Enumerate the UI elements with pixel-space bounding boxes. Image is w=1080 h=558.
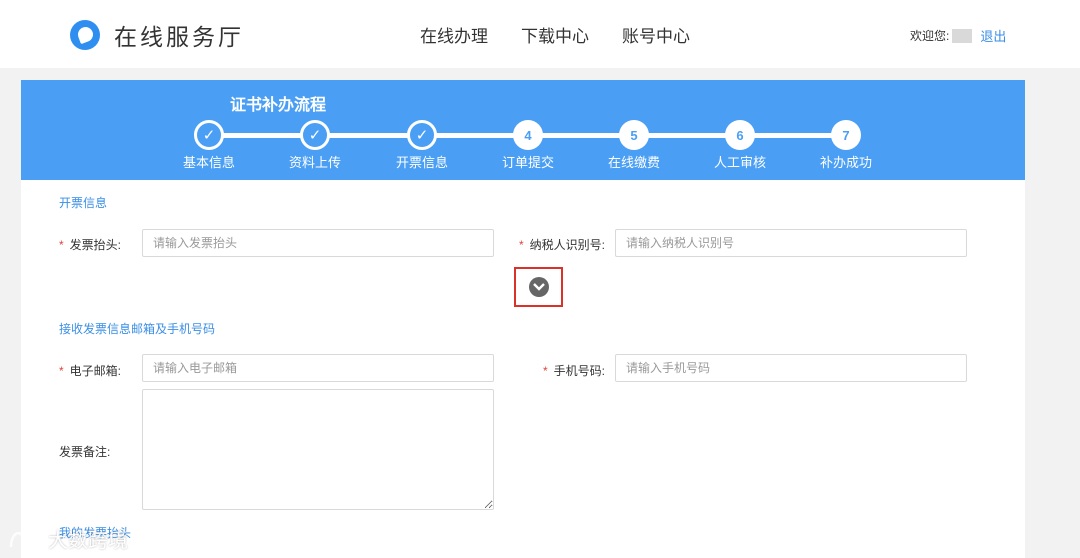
main-card: 证书补办流程 ✓ 基本信息 ✓ 资料上传 ✓ 开票信息 4 订单提交 5 在线缴费 6 人工审核 7 补办… [21, 80, 1025, 558]
logout-link[interactable]: 退出 [980, 26, 1006, 45]
nav-item-online-handling[interactable]: 在线办理 [420, 22, 488, 47]
check-icon: ✓ [194, 120, 224, 150]
watermark: 大数跨境 [8, 524, 128, 553]
step-label: 订单提交 [501, 155, 554, 170]
step-number: 6 [725, 120, 755, 150]
step-label: 在线缴费 [607, 155, 660, 170]
invoice-note-label: 发票备注: [59, 445, 111, 459]
process-step-2: ✓ 资料上传 [275, 120, 355, 171]
top-header: 在线服务厅 在线办理 下载中心 账号中心 欢迎您: 退出 [0, 0, 1080, 68]
process-step-3: ✓ 开票信息 [382, 120, 462, 171]
required-mark: * [519, 238, 524, 252]
invoice-title-input[interactable] [142, 229, 494, 257]
required-mark: * [543, 364, 548, 378]
step-number: 4 [513, 120, 543, 150]
taxpayer-id-label: * 纳税人识别号: [519, 238, 606, 252]
step-label: 资料上传 [288, 155, 341, 170]
expand-more-button[interactable] [514, 267, 563, 307]
page-background-strip [1025, 68, 1080, 558]
section-title-receive: 接收发票信息邮箱及手机号码 [59, 322, 216, 336]
invoice-title-label: * 发票抬头: [59, 238, 122, 252]
required-mark: * [59, 238, 64, 252]
step-label: 基本信息 [182, 155, 235, 170]
email-label: * 电子邮箱: [59, 364, 122, 378]
watermark-text: 大数跨境 [48, 530, 128, 552]
logo[interactable]: 在线服务厅 [70, 18, 244, 52]
taxpayer-id-input[interactable] [615, 229, 967, 257]
process-step-1: ✓ 基本信息 [169, 120, 249, 171]
nav-item-download-center[interactable]: 下载中心 [521, 22, 589, 47]
email-input[interactable] [142, 354, 494, 382]
process-step-5: 5 在线缴费 [594, 120, 674, 171]
process-banner: 证书补办流程 ✓ 基本信息 ✓ 资料上传 ✓ 开票信息 4 订单提交 5 在线缴费 6 人工审核 7 补办… [21, 80, 1025, 180]
phone-input[interactable] [615, 354, 967, 382]
nav-item-account-center[interactable]: 账号中心 [622, 22, 690, 47]
process-step-4: 4 订单提交 [488, 120, 568, 171]
check-icon: ✓ [407, 120, 437, 150]
username-redacted [952, 28, 973, 43]
logo-text: 在线服务厅 [114, 25, 244, 51]
user-bar: 欢迎您: 退出 [910, 26, 1006, 45]
step-number: 5 [619, 120, 649, 150]
process-title: 证书补办流程 [230, 97, 327, 114]
step-number: 7 [831, 120, 861, 150]
step-label: 补办成功 [819, 155, 872, 170]
check-icon: ✓ [300, 120, 330, 150]
main-nav: 在线办理 下载中心 账号中心 [420, 22, 723, 47]
section-title-invoice: 开票信息 [59, 196, 108, 210]
process-step-6: 6 人工审核 [700, 120, 780, 171]
required-mark: * [59, 364, 64, 378]
welcome-text: 欢迎您: [910, 29, 950, 43]
watermark-logo-icon [9, 531, 42, 547]
invoice-note-textarea[interactable] [142, 389, 494, 510]
process-step-7: 7 补办成功 [806, 120, 886, 171]
step-label: 开票信息 [395, 155, 448, 170]
logo-icon [70, 20, 100, 50]
phone-label: * 手机号码: [543, 364, 606, 378]
step-label: 人工审核 [713, 155, 766, 170]
chevron-down-icon [528, 277, 549, 297]
